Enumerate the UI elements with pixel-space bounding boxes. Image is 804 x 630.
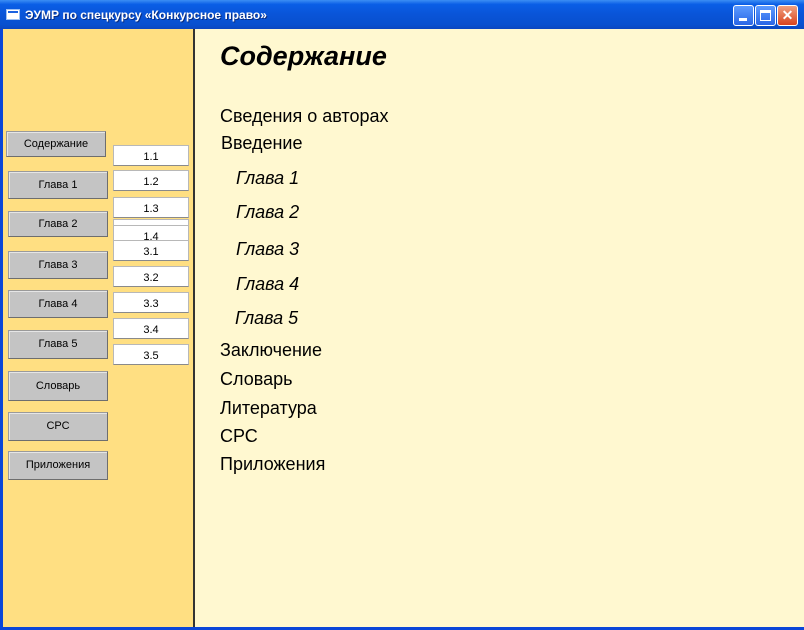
toc-link-chapter-3[interactable]: Глава 3 [236,239,299,260]
maximize-button[interactable] [755,5,776,26]
toc-link-glossary[interactable]: Словарь [220,369,292,390]
nav-button-glossary[interactable]: Словарь [8,371,108,401]
toc-link-chapter-5[interactable]: Глава 5 [235,308,298,329]
subsection-button-3-2[interactable]: 3.2 [113,266,189,287]
toc-link-srs[interactable]: СРС [220,426,258,447]
toc-link-chapter-1[interactable]: Глава 1 [236,168,299,189]
content-pane: Содержание Сведения о авторах Введение Г… [195,29,804,627]
nav-button-contents[interactable]: Содержание [6,131,106,157]
subsection-button-3-5[interactable]: 3.5 [113,344,189,365]
app-window: ЭУМР по спецкурсу «Конкурсное право» ✕ С… [0,0,804,630]
title-bar[interactable]: ЭУМР по спецкурсу «Конкурсное право» ✕ [0,0,804,29]
nav-button-srs[interactable]: СРС [8,412,108,441]
page-title: Содержание [220,41,387,71]
toc-link-conclusion[interactable]: Заключение [220,340,322,361]
nav-button-chapter-3[interactable]: Глава 3 [8,251,108,279]
minimize-button[interactable] [733,5,754,26]
app-window-icon[interactable] [6,9,20,20]
toc-link-introduction[interactable]: Введение [221,133,303,154]
maximize-icon [760,10,771,21]
subsection-button-3-1[interactable]: 3.1 [113,240,189,261]
nav-button-chapter-5[interactable]: Глава 5 [8,330,108,359]
sidebar: Содержание Глава 1 Глава 2 Глава 3 Глава… [3,29,195,627]
nav-button-chapter-4[interactable]: Глава 4 [8,290,108,318]
subsection-button-1-3[interactable]: 1.3 [113,197,189,218]
toc-link-chapter-2[interactable]: Глава 2 [236,202,299,223]
nav-button-appendices[interactable]: Приложения [8,451,108,480]
window-title: ЭУМР по спецкурсу «Конкурсное право» [25,8,267,22]
toc-link-literature[interactable]: Литература [220,398,317,419]
subsection-button-3-4[interactable]: 3.4 [113,318,189,339]
close-button[interactable]: ✕ [777,5,798,26]
nav-button-chapter-2[interactable]: Глава 2 [8,211,108,237]
toc-link-appendices[interactable]: Приложения [220,454,325,475]
close-icon: ✕ [781,7,794,23]
nav-button-chapter-1[interactable]: Глава 1 [8,171,108,199]
toc-link-about-authors[interactable]: Сведения о авторах [220,106,389,127]
toc-link-chapter-4[interactable]: Глава 4 [236,274,299,295]
subsection-button-1-1[interactable]: 1.1 [113,145,189,166]
subsection-button-1-2[interactable]: 1.2 [113,170,189,191]
minimize-icon [739,18,747,21]
subsection-button-3-3[interactable]: 3.3 [113,292,189,313]
